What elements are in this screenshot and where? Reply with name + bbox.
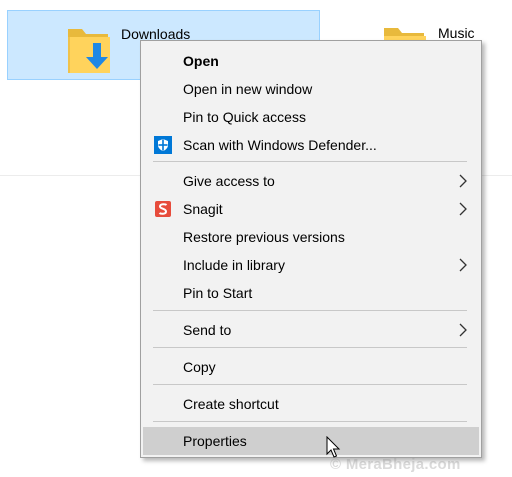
menu-item-copy[interactable]: Copy <box>143 353 479 381</box>
chevron-right-icon <box>459 202 467 216</box>
menu-item-open[interactable]: Open <box>143 47 479 75</box>
file-explorer-view: Downloads Music Open Open in new window … <box>0 0 512 477</box>
menu-item-label: Properties <box>183 433 247 449</box>
menu-item-open-in-new-window[interactable]: Open in new window <box>143 75 479 103</box>
menu-item-label: Pin to Quick access <box>183 109 306 125</box>
menu-item-give-access-to[interactable]: Give access to <box>143 167 479 195</box>
chevron-right-icon <box>459 323 467 337</box>
menu-item-label: Create shortcut <box>183 396 279 412</box>
chevron-right-icon <box>459 258 467 272</box>
menu-separator <box>153 161 467 162</box>
chevron-right-icon <box>459 174 467 188</box>
menu-item-label: Scan with Windows Defender... <box>183 137 377 153</box>
menu-item-label: Send to <box>183 322 232 338</box>
windows-defender-shield-icon <box>154 136 172 154</box>
watermark-text: © MeraBheja.com <box>330 456 461 473</box>
menu-item-restore-previous-versions[interactable]: Restore previous versions <box>143 223 479 251</box>
menu-item-label: Copy <box>183 359 216 375</box>
menu-item-label: Restore previous versions <box>183 229 345 245</box>
menu-item-label: Pin to Start <box>183 285 253 301</box>
menu-item-include-in-library[interactable]: Include in library <box>143 251 479 279</box>
menu-item-pin-to-quick-access[interactable]: Pin to Quick access <box>143 103 479 131</box>
menu-item-label: Snagit <box>183 201 223 217</box>
menu-separator <box>153 421 467 422</box>
menu-separator <box>153 384 467 385</box>
folder-download-icon <box>68 29 110 73</box>
menu-item-send-to[interactable]: Send to <box>143 316 479 344</box>
menu-item-label: Open <box>183 53 219 69</box>
menu-item-create-shortcut[interactable]: Create shortcut <box>143 390 479 418</box>
menu-item-scan-with-windows-defender[interactable]: Scan with Windows Defender... <box>143 131 479 159</box>
folder-name-music: Music <box>438 25 475 41</box>
menu-separator <box>153 347 467 348</box>
context-menu: Open Open in new window Pin to Quick acc… <box>140 40 482 458</box>
menu-item-properties[interactable]: Properties <box>143 427 479 455</box>
menu-separator <box>153 310 467 311</box>
menu-item-pin-to-start[interactable]: Pin to Start <box>143 279 479 307</box>
menu-item-label: Give access to <box>183 173 275 189</box>
menu-item-label: Open in new window <box>183 81 313 97</box>
snagit-icon <box>155 201 171 217</box>
menu-item-label: Include in library <box>183 257 285 273</box>
menu-item-snagit[interactable]: Snagit <box>143 195 479 223</box>
